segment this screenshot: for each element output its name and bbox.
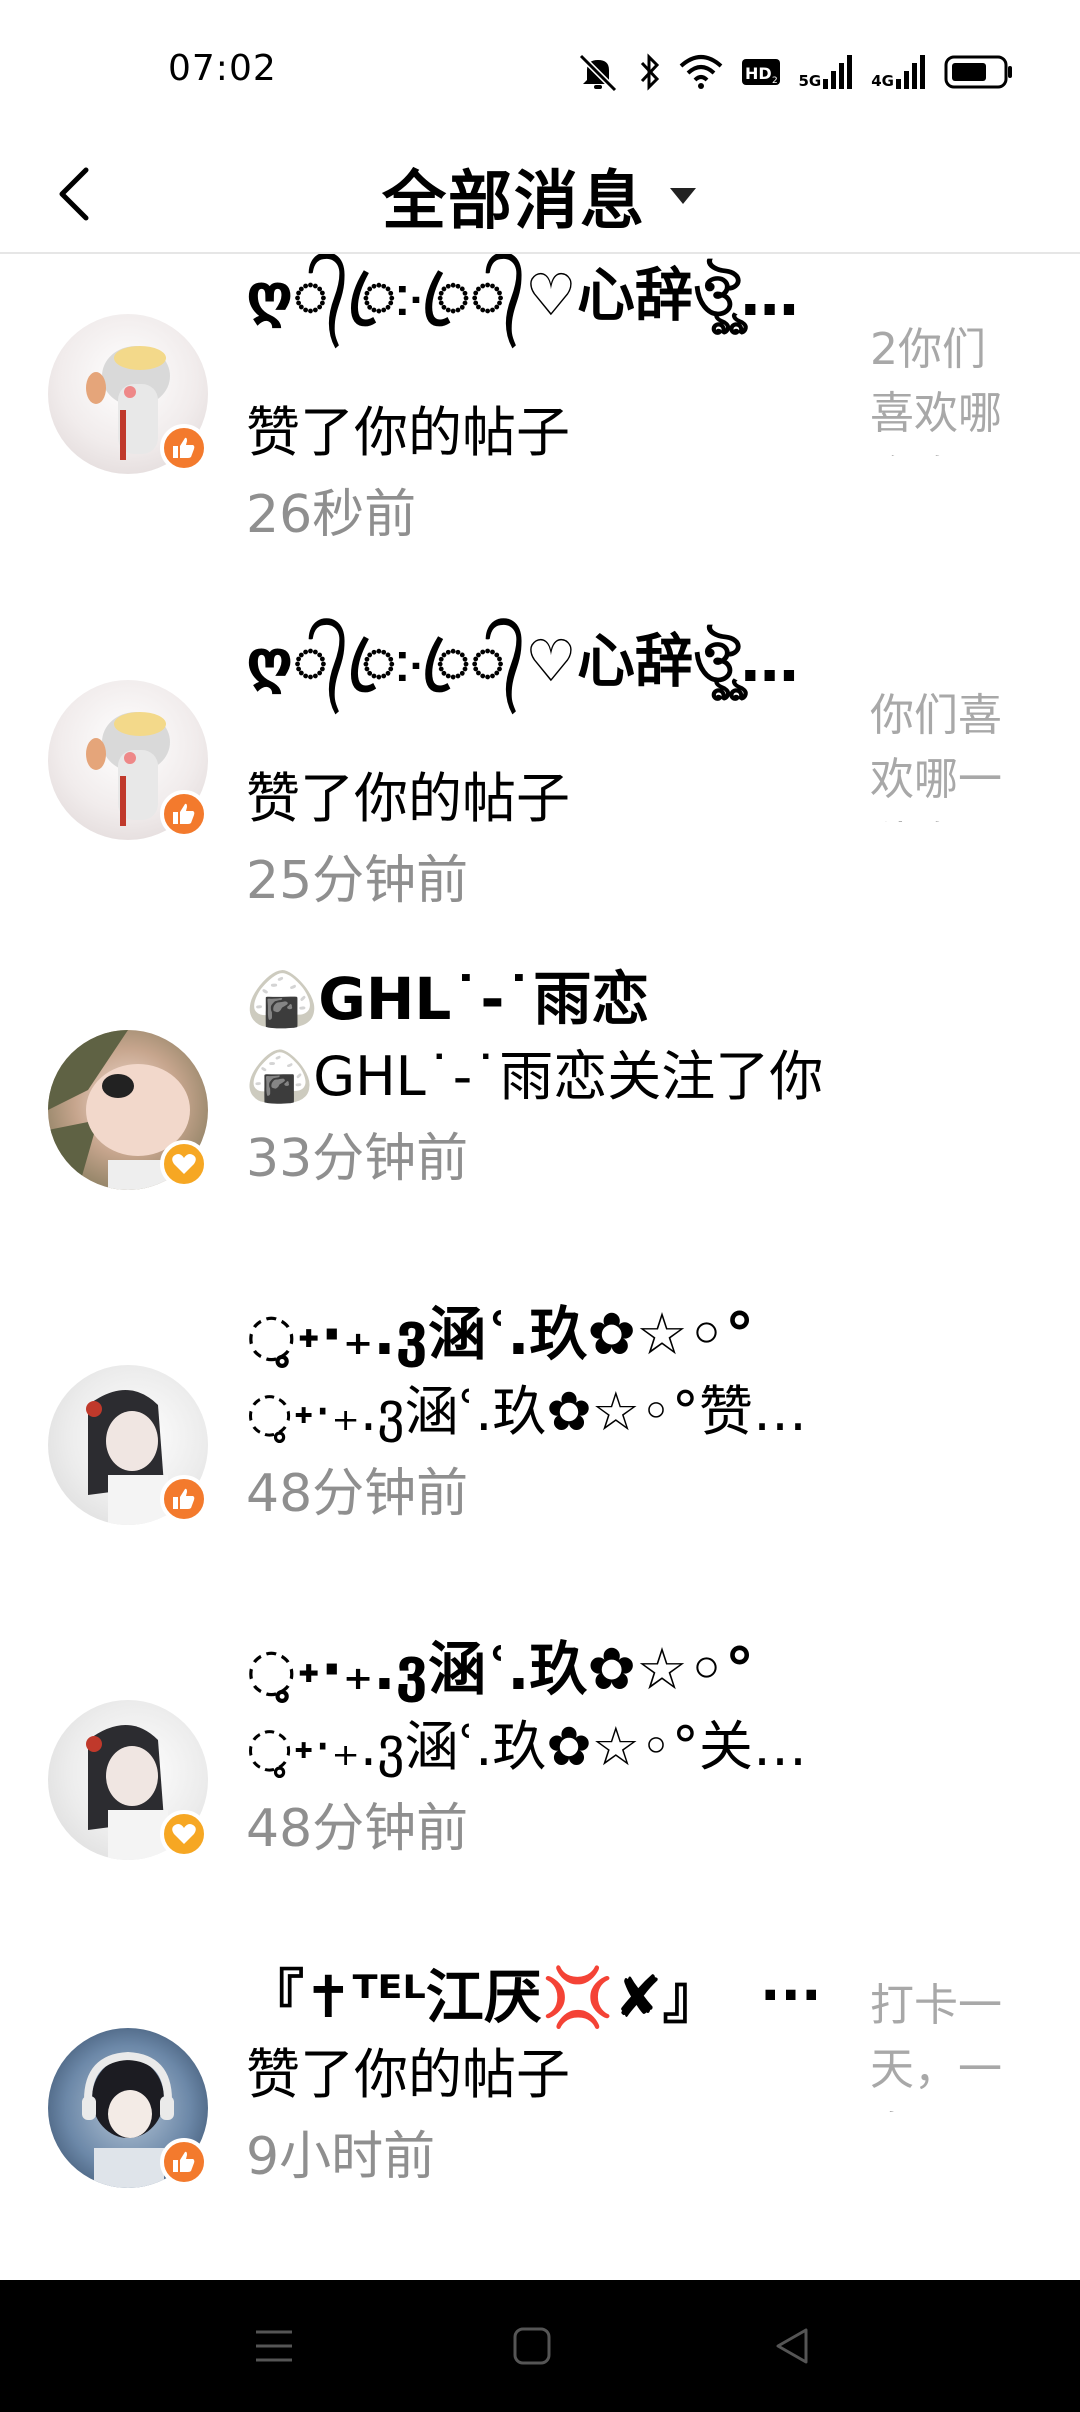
bell-muted-icon: [575, 52, 621, 92]
notification-text: 赞了你的帖子: [246, 401, 570, 464]
back-nav-button[interactable]: [762, 2316, 822, 2376]
wifi-icon: [679, 54, 723, 90]
list-item[interactable]: ◌̥˖·₊.ვ涵ʿ.玖✿☆◦° ◌̥˖·₊.ვ涵ʿ.玖✿☆◦°赞了你的帖子 48…: [0, 1259, 1080, 1594]
notification-text: 赞了你的帖子: [246, 767, 570, 830]
page-title: 全部消息: [382, 165, 646, 239]
home-button[interactable]: [502, 2316, 562, 2376]
name-ellipsis: ...: [760, 1950, 822, 2013]
notification-time: 26秒前: [246, 485, 417, 545]
follow-badge-icon: [160, 1140, 208, 1188]
notification-list: ღ᭄ꦿ჻ꦿ᭄♡心辞ঔৣ不在了 赞了你的帖子 26秒前 2你们喜欢哪个胸 ღ᭄ꦿ჻…: [0, 254, 1080, 2280]
status-bar: 07:02 HD 2 5G 4G: [0, 0, 1080, 140]
notification-text: 赞了你的帖子: [246, 2043, 570, 2106]
svg-text:2: 2: [772, 76, 778, 86]
bluetooth-icon: [639, 53, 661, 91]
list-item[interactable]: 『✝ᵀᴱᴸ江厌💢✘』 ... 赞了你的帖子 9小时前 打卡一天，一次: [0, 1934, 1080, 2280]
post-preview[interactable]: 2你们喜欢哪个胸: [870, 318, 1020, 456]
top-header: 全部消息: [0, 140, 1080, 254]
menu-icon: [256, 2330, 292, 2362]
like-badge-icon: [160, 2138, 208, 2186]
hd-icon: HD 2: [741, 57, 781, 87]
follow-badge-icon: [160, 1810, 208, 1858]
notification-text: ◌̥˖·₊.ვ涵ʿ.玖✿☆◦°赞了你的帖子: [246, 1380, 836, 1443]
status-time: 07:02: [168, 48, 277, 89]
list-item[interactable]: 🍙GHL˙-˙雨恋 🍙GHL˙-˙雨恋关注了你 33分钟前: [0, 924, 1080, 1259]
notification-text: 🍙GHL˙-˙雨恋关注了你: [246, 1045, 824, 1108]
home-square-icon: [513, 2327, 551, 2365]
signal-5g-icon: 5G: [799, 55, 854, 89]
sender-name[interactable]: ◌̥˖·₊.ვ涵ʿ.玖✿☆◦°: [246, 1287, 836, 1371]
menu-button[interactable]: [244, 2316, 304, 2376]
post-preview[interactable]: 打卡一天，一次: [870, 1974, 1020, 2112]
svg-text:HD: HD: [745, 64, 772, 83]
sender-name[interactable]: ღ᭄ꦿ჻ꦿ᭄♡心辞ঔৣ不在了: [246, 254, 836, 369]
battery-icon: [944, 55, 1014, 89]
notification-time: 33分钟前: [246, 1129, 469, 1189]
status-icons: HD 2 5G 4G: [575, 50, 1015, 94]
notification-time: 48分钟前: [246, 1799, 469, 1859]
post-preview[interactable]: 你们喜欢哪一种胸: [870, 684, 1020, 822]
title-dropdown[interactable]: 全部消息: [0, 140, 1080, 252]
notification-text: ◌̥˖·₊.ვ涵ʿ.玖✿☆◦°关注了你: [246, 1715, 836, 1778]
like-badge-icon: [160, 1475, 208, 1523]
like-badge-icon: [160, 790, 208, 838]
list-item[interactable]: ღ᭄ꦿ჻ꦿ᭄♡心辞ঔৣ不在了 赞了你的帖子 25分钟前 你们喜欢哪一种胸: [0, 594, 1080, 924]
back-triangle-icon: [776, 2328, 808, 2364]
caret-down-icon: [670, 188, 696, 204]
list-item[interactable]: ღ᭄ꦿ჻ꦿ᭄♡心辞ঔৣ不在了 赞了你的帖子 26秒前 2你们喜欢哪个胸: [0, 254, 1080, 594]
sender-name[interactable]: 『✝ᵀᴱᴸ江厌💢✘』: [246, 1950, 746, 2034]
notification-time: 25分钟前: [246, 851, 469, 911]
notification-time: 48分钟前: [246, 1464, 469, 1524]
sender-name[interactable]: ღ᭄ꦿ჻ꦿ᭄♡心辞ঔৣ不在了: [246, 614, 836, 735]
sender-name[interactable]: 🍙GHL˙-˙雨恋: [246, 952, 836, 1036]
list-item[interactable]: ◌̥˖·₊.ვ涵ʿ.玖✿☆◦° ◌̥˖·₊.ვ涵ʿ.玖✿☆◦°关注了你 48分钟…: [0, 1594, 1080, 1934]
sender-name[interactable]: ◌̥˖·₊.ვ涵ʿ.玖✿☆◦°: [246, 1622, 836, 1706]
signal-4g-icon: 4G: [871, 55, 926, 89]
like-badge-icon: [160, 424, 208, 472]
system-nav-bar: [0, 2280, 1080, 2412]
notification-time: 9小时前: [246, 2127, 436, 2187]
